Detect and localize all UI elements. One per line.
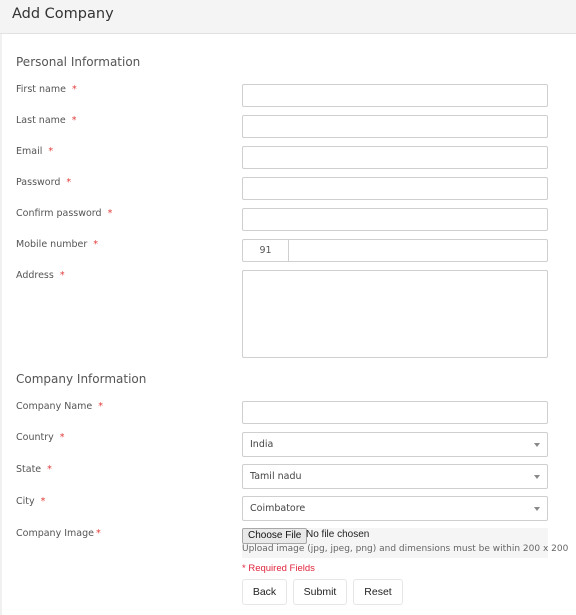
page-header: Add Company xyxy=(0,0,576,34)
required-asterisk: * xyxy=(71,115,77,126)
required-fields-note: * Required Fields xyxy=(242,563,315,574)
required-asterisk: * xyxy=(66,177,72,188)
company-name-input[interactable] xyxy=(242,401,548,424)
address-textarea[interactable] xyxy=(242,270,548,358)
choose-file-button[interactable]: Choose File xyxy=(242,528,308,544)
required-asterisk: * xyxy=(59,432,65,443)
required-asterisk: * xyxy=(93,239,99,250)
state-select[interactable]: Tamil nadu xyxy=(242,464,548,489)
password-input[interactable] xyxy=(242,177,548,200)
state-select-value: Tamil nadu xyxy=(250,471,302,482)
required-asterisk: * xyxy=(47,464,52,475)
country-select-value: India xyxy=(250,439,274,450)
upload-help-text: Upload image (jpg, jpeg, png) and dimens… xyxy=(242,544,569,554)
label-mobile-number: Mobile number * xyxy=(16,239,99,250)
label-email: Email * xyxy=(16,146,54,157)
chevron-down-icon xyxy=(534,475,540,479)
submit-button[interactable]: Submit xyxy=(293,579,347,605)
label-company-name: Company Name * xyxy=(16,401,103,412)
file-status: No file chosen xyxy=(306,529,370,540)
required-asterisk: * xyxy=(107,208,113,219)
mobile-number-input[interactable] xyxy=(289,240,547,261)
back-button[interactable]: Back xyxy=(242,579,287,605)
city-select[interactable]: Coimbatore xyxy=(242,496,548,521)
required-asterisk: * xyxy=(40,496,46,507)
label-state: State * xyxy=(16,464,52,475)
country-code-addon: 91 xyxy=(243,240,289,261)
page-title: Add Company xyxy=(12,6,114,22)
label-address: Address * xyxy=(16,270,65,281)
mobile-number-group: 91 xyxy=(242,239,548,262)
label-company-image: Company Image * xyxy=(16,528,101,539)
required-asterisk: * xyxy=(98,401,103,412)
required-asterisk: * xyxy=(95,528,101,539)
confirm-password-input[interactable] xyxy=(242,208,548,231)
label-city: City * xyxy=(16,496,46,507)
email-input[interactable] xyxy=(242,146,548,169)
label-country: Country * xyxy=(16,432,65,443)
chevron-down-icon xyxy=(534,507,540,511)
last-name-input[interactable] xyxy=(242,115,548,138)
section-title-personal: Personal Information xyxy=(16,55,141,69)
required-asterisk: * xyxy=(59,270,65,281)
label-first-name: First name * xyxy=(16,84,77,95)
country-select[interactable]: India xyxy=(242,432,548,457)
section-title-company: Company Information xyxy=(16,372,147,386)
chevron-down-icon xyxy=(534,443,540,447)
label-confirm-password: Confirm password * xyxy=(16,208,113,219)
company-image-upload: Choose File No file chosen Upload image … xyxy=(242,528,568,558)
label-last-name: Last name * xyxy=(16,115,77,126)
required-asterisk: * xyxy=(71,84,77,95)
city-select-value: Coimbatore xyxy=(250,503,306,514)
label-password: Password * xyxy=(16,177,72,188)
required-asterisk: * xyxy=(48,146,54,157)
reset-button[interactable]: Reset xyxy=(353,579,403,605)
left-edge-divider xyxy=(0,34,2,615)
first-name-input[interactable] xyxy=(242,84,548,107)
